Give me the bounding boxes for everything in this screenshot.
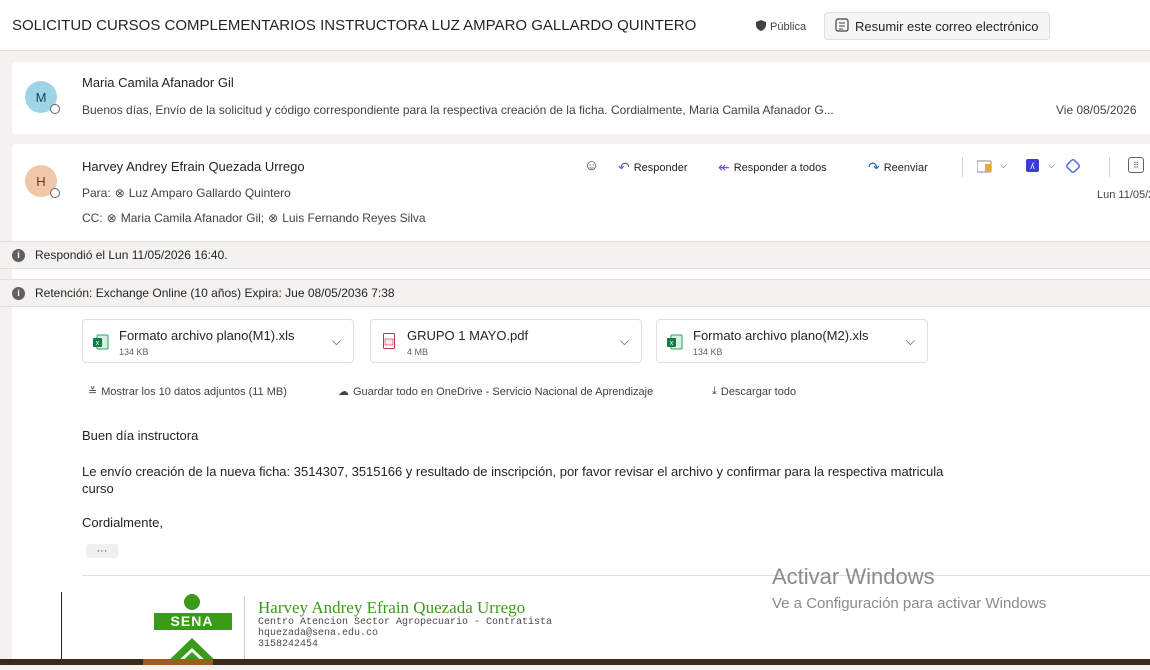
watermark-subtitle: Ve a Configuración para activar Windows bbox=[772, 595, 1047, 612]
body-closing: Cordialmente, bbox=[82, 515, 163, 530]
attachment-name: Formato archivo plano(M2).xls bbox=[693, 328, 869, 343]
summary-icon bbox=[835, 17, 849, 35]
download-icon: ⤓ bbox=[712, 385, 717, 397]
reply-all-label: Responder a todos bbox=[733, 161, 827, 174]
download-all-button[interactable]: ⤓ Descargar todo bbox=[712, 385, 796, 398]
recipient-presence-icon: ⊗ bbox=[106, 211, 117, 225]
sender-name[interactable]: Harvey Andrey Efrain Quezada Urrego bbox=[82, 159, 305, 174]
replied-text: Respondió el Lun 11/05/2026 16:40. bbox=[35, 248, 228, 262]
attachment-name: GRUPO 1 MAYO.pdf bbox=[407, 328, 529, 343]
attachment-name: Formato archivo plano(M1).xls bbox=[119, 328, 295, 343]
recipient[interactable]: Luz Amparo Gallardo Quintero bbox=[129, 186, 291, 200]
attachment-card[interactable]: GRUPO 1 MAYO.pdf 4 MB ⌵ bbox=[370, 319, 642, 363]
chevron-down-icon[interactable]: ⌵ bbox=[1000, 160, 1007, 171]
forward-button[interactable]: ↷ Reenviar bbox=[868, 159, 928, 176]
reply-all-button[interactable]: ↞ Responder a todos bbox=[718, 159, 827, 176]
cc-line: CC: ⊗ Maria Camila Afanador Gil; ⊗ Luis … bbox=[82, 211, 426, 225]
signature-name: Harvey Andrey Efrain Quezada Urrego bbox=[258, 598, 526, 617]
toolbar-divider bbox=[962, 157, 963, 177]
cc-recipient[interactable]: Maria Camila Afanador Gil; bbox=[121, 211, 264, 225]
svg-text:x: x bbox=[96, 340, 100, 347]
to-line: Para: ⊗ Luz Amparo Gallardo Quintero bbox=[82, 186, 291, 200]
summarize-label: Resumir este correo electrónico bbox=[855, 18, 1039, 34]
cc-recipient[interactable]: Luis Fernando Reyes Silva bbox=[282, 211, 425, 225]
excel-icon: x bbox=[667, 334, 683, 350]
chevron-down-icon[interactable]: ⌵ bbox=[620, 334, 629, 349]
cursor-line bbox=[61, 592, 62, 665]
cloud-icon: ☁ bbox=[338, 386, 349, 398]
retention-text: Retención: Exchange Online (10 años) Exp… bbox=[35, 286, 395, 300]
pdf-icon bbox=[383, 333, 395, 349]
shield-icon bbox=[756, 20, 766, 34]
taskbar-item[interactable] bbox=[143, 659, 213, 665]
chevron-down-icon[interactable]: ⌵ bbox=[906, 334, 915, 349]
sender-name[interactable]: Maria Camila Afanador Gil bbox=[82, 75, 234, 90]
loop-icon[interactable] bbox=[1065, 158, 1081, 179]
chevron-down-icon[interactable]: ⌵ bbox=[1048, 160, 1055, 171]
email-subject: SOLICITUD CURSOS COMPLEMENTARIOS INSTRUC… bbox=[12, 17, 697, 34]
sensitivity-badge[interactable]: Pública bbox=[756, 20, 806, 34]
attachment-card[interactable]: x Formato archivo plano(M2).xls 134 KB ⌵ bbox=[656, 319, 928, 363]
recipient-presence-icon: ⊗ bbox=[114, 186, 125, 200]
body-line: curso bbox=[82, 481, 114, 496]
reply-all-icon: ↞ bbox=[718, 159, 730, 175]
show-quoted-text-button[interactable]: ··· bbox=[86, 544, 118, 558]
reply-icon: ↶ bbox=[618, 159, 630, 175]
retention-info-bar: i Retención: Exchange Online (10 años) E… bbox=[0, 279, 1150, 307]
emoji-icon[interactable]: ☺ bbox=[584, 157, 599, 174]
attachment-size: 134 KB bbox=[693, 347, 723, 357]
body-greeting: Buen día instructora bbox=[82, 428, 199, 443]
excel-icon: x bbox=[93, 334, 109, 350]
show-all-attachments-button[interactable]: ≚ Mostrar los 10 datos adjuntos (11 MB) bbox=[88, 385, 287, 399]
to-label: Para: bbox=[82, 186, 111, 200]
save-onedrive-label: Guardar todo en OneDrive - Servicio Naci… bbox=[353, 385, 654, 398]
recipient-presence-icon: ⊗ bbox=[268, 211, 279, 225]
signature-email[interactable]: hquezada@sena.edu.co bbox=[258, 629, 378, 639]
reply-label: Responder bbox=[633, 161, 688, 174]
body-line: Le envío creación de la nueva ficha: 351… bbox=[82, 464, 944, 479]
chevron-down-icon[interactable]: ⌵ bbox=[332, 334, 341, 349]
cc-label: CC: bbox=[82, 211, 103, 225]
reply-button[interactable]: ↶ Responder bbox=[618, 159, 688, 176]
signature-divider bbox=[82, 575, 1150, 576]
forward-label: Reenviar bbox=[883, 161, 928, 174]
acrobat-icon[interactable]: ʎ bbox=[1026, 159, 1039, 172]
presence-icon bbox=[50, 188, 60, 198]
apps-icon[interactable]: ⠿ bbox=[1128, 157, 1144, 173]
teams-share-icon[interactable] bbox=[976, 160, 993, 178]
message-collapsed[interactable] bbox=[12, 62, 1150, 134]
forward-icon: ↷ bbox=[868, 159, 880, 175]
signature-line: Centro Atencion Sector Agropecuario - Co… bbox=[258, 617, 553, 628]
sena-logo-text: SENA bbox=[170, 613, 214, 629]
watermark-title: Activar Windows bbox=[772, 564, 935, 589]
sensitivity-label: Pública bbox=[770, 21, 807, 33]
info-icon: i bbox=[12, 248, 25, 262]
message-date: Vie 08/05/2026 bbox=[1056, 103, 1137, 117]
info-icon: i bbox=[12, 286, 25, 300]
attachment-size: 4 MB bbox=[407, 347, 429, 357]
double-chevron-down-icon: ≚ bbox=[88, 386, 98, 398]
svg-text:x: x bbox=[670, 340, 674, 347]
signature-separator bbox=[244, 596, 245, 665]
attachment-size: 134 KB bbox=[119, 347, 149, 357]
attachment-card[interactable]: x Formato archivo plano(M1).xls 134 KB ⌵ bbox=[82, 319, 354, 363]
presence-icon bbox=[50, 104, 60, 114]
signature-phone: 3158242454 bbox=[258, 639, 319, 650]
message-date: Lun 11/05/20 bbox=[1097, 189, 1150, 201]
replied-info-bar: i Respondió el Lun 11/05/2026 16:40. bbox=[0, 241, 1150, 269]
message-snippet: Buenos días, Envío de la solicitud y cód… bbox=[82, 103, 834, 117]
show-all-label: Mostrar los 10 datos adjuntos (11 MB) bbox=[101, 385, 287, 398]
toolbar-divider bbox=[1109, 157, 1110, 177]
summarize-button[interactable]: Resumir este correo electrónico bbox=[824, 12, 1050, 40]
save-to-onedrive-button[interactable]: ☁ Guardar todo en OneDrive - Servicio Na… bbox=[338, 385, 654, 399]
download-all-label: Descargar todo bbox=[720, 385, 797, 398]
